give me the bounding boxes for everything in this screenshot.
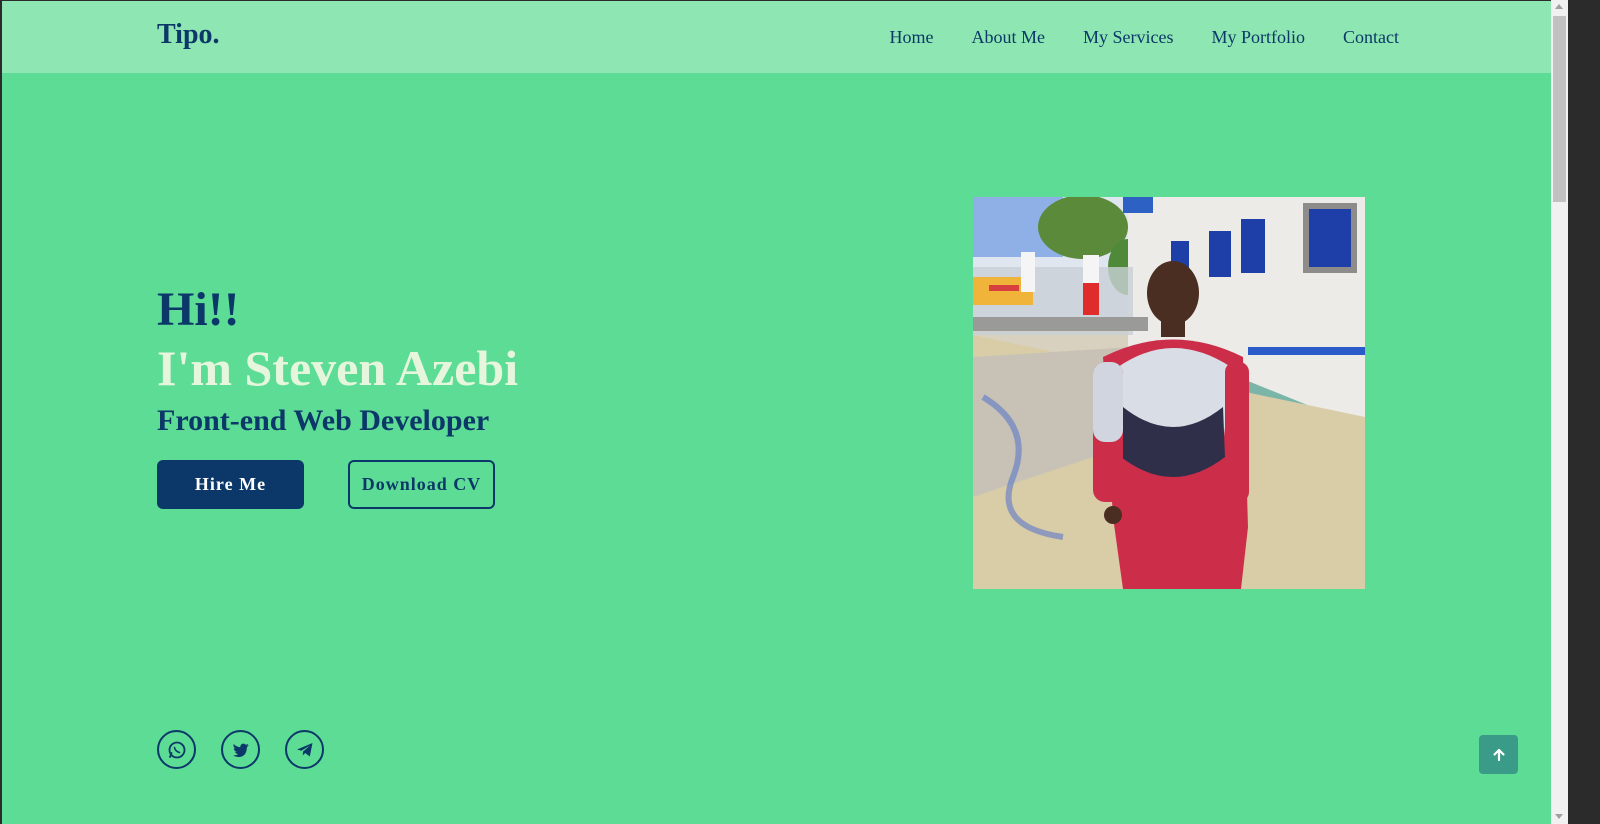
download-cv-button[interactable]: Download CV [348, 460, 495, 509]
brand-logo[interactable]: Tipo. [157, 19, 220, 51]
twitter-icon [232, 743, 249, 757]
hero-greeting: Hi!! [157, 283, 240, 336]
nav-link-about[interactable]: About Me [972, 27, 1046, 48]
nav-link-home[interactable]: Home [890, 27, 934, 48]
whatsapp-link[interactable] [157, 730, 196, 769]
vertical-scrollbar[interactable] [1551, 0, 1568, 824]
hero-name: I'm Steven Azebi [157, 340, 519, 396]
scroll-up-arrow-icon[interactable] [1555, 4, 1563, 9]
profile-photo-illustration [973, 197, 1365, 589]
hire-me-button[interactable]: Hire Me [157, 460, 304, 509]
back-to-top-button[interactable] [1479, 735, 1518, 774]
profile-photo [973, 197, 1365, 589]
nav-link-contact[interactable]: Contact [1343, 27, 1399, 48]
whatsapp-icon [168, 741, 185, 758]
social-links [157, 730, 324, 769]
navbar: Tipo. Home About Me My Services My Portf… [2, 1, 1551, 73]
telegram-link[interactable] [285, 730, 324, 769]
page-viewport: Tipo. Home About Me My Services My Portf… [2, 1, 1551, 824]
telegram-icon [296, 742, 312, 756]
arrow-up-icon [1492, 748, 1505, 761]
hero-role: Front-end Web Developer [157, 404, 490, 437]
nav-link-portfolio[interactable]: My Portfolio [1211, 27, 1305, 48]
hero-text: Hi!! I'm Steven Azebi Front-end Web Deve… [157, 283, 518, 441]
scroll-down-arrow-icon[interactable] [1555, 814, 1563, 819]
nav-link-services[interactable]: My Services [1083, 27, 1173, 48]
twitter-link[interactable] [221, 730, 260, 769]
scrollbar-thumb[interactable] [1553, 16, 1566, 202]
nav-links: Home About Me My Services My Portfolio C… [890, 27, 1400, 48]
